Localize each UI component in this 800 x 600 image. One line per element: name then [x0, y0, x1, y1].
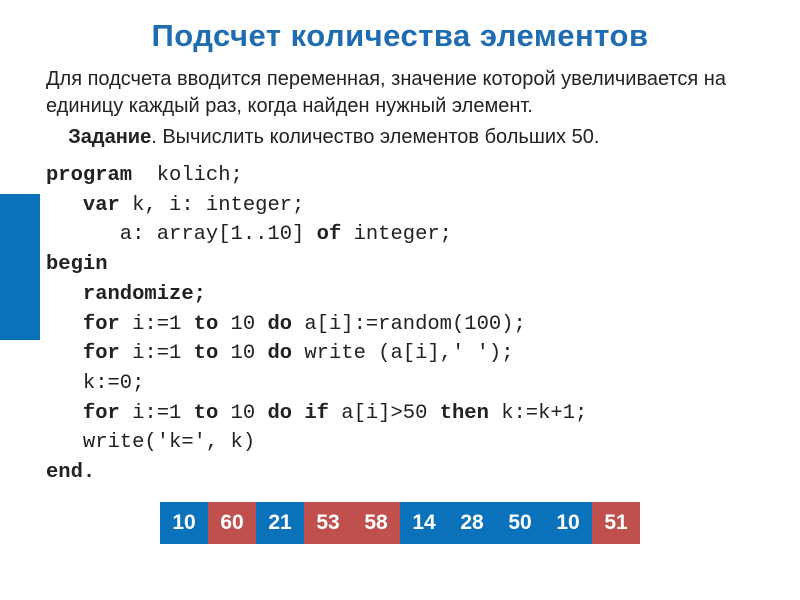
array-cell: 60 — [208, 502, 256, 544]
code-text: a[i]:=random(100); — [304, 313, 525, 336]
kw-then: then — [440, 402, 502, 425]
code-text: k, i: integer; — [132, 194, 304, 217]
task-paragraph: Задание. Вычислить количество элементов … — [46, 124, 764, 151]
code-text: write (a[i],' '); — [304, 342, 513, 365]
code-text: a: array[1..10] — [46, 223, 317, 246]
kw-to: to — [194, 313, 231, 336]
accent-bar — [0, 194, 40, 340]
code-text: 10 — [231, 402, 268, 425]
kw-for: for — [46, 342, 132, 365]
code-text: i:=1 — [132, 342, 194, 365]
array-cell: 50 — [496, 502, 544, 544]
kw-do: do — [267, 313, 304, 336]
task-label: Задание — [68, 126, 151, 148]
kw-for: for — [46, 313, 132, 336]
array-cell: 58 — [352, 502, 400, 544]
code-text: k:=0; — [46, 372, 144, 395]
code-text: kolich; — [132, 164, 243, 187]
intro-paragraph: Для подсчета вводится переменная, значен… — [46, 66, 764, 120]
kw-program: program — [46, 164, 132, 187]
code-text: write('k=', k) — [46, 431, 255, 454]
code-text: 10 — [231, 342, 268, 365]
array-cell: 53 — [304, 502, 352, 544]
kw-to: to — [194, 342, 231, 365]
array-cell: 28 — [448, 502, 496, 544]
kw-for: for — [46, 402, 132, 425]
slide: Подсчет количества элементов Для подсчет… — [0, 18, 800, 600]
code-text: k:=k+1; — [501, 402, 587, 425]
kw-begin: begin — [46, 253, 108, 276]
array-cell: 14 — [400, 502, 448, 544]
code-block: program kolich; var k, i: integer; a: ar… — [46, 161, 764, 488]
slide-title: Подсчет количества элементов — [40, 18, 760, 54]
code-text: a[i]>50 — [341, 402, 439, 425]
code-text: integer; — [341, 223, 452, 246]
code-text: 10 — [231, 313, 268, 336]
kw-end: end. — [46, 461, 95, 484]
array-cell: 10 — [160, 502, 208, 544]
array-row: 10602153581428501051 — [0, 502, 800, 544]
array-cell: 51 — [592, 502, 640, 544]
task-text: . Вычислить количество элементов больших… — [151, 126, 599, 148]
code-text: i:=1 — [132, 313, 194, 336]
array-cell: 10 — [544, 502, 592, 544]
kw-var: var — [46, 194, 132, 217]
kw-to: to — [194, 402, 231, 425]
array-cell: 21 — [256, 502, 304, 544]
kw-do: do — [267, 342, 304, 365]
code-text: i:=1 — [132, 402, 194, 425]
kw-of: of — [317, 223, 342, 246]
kw-do-if: do if — [267, 402, 341, 425]
kw-randomize: randomize; — [46, 283, 206, 306]
